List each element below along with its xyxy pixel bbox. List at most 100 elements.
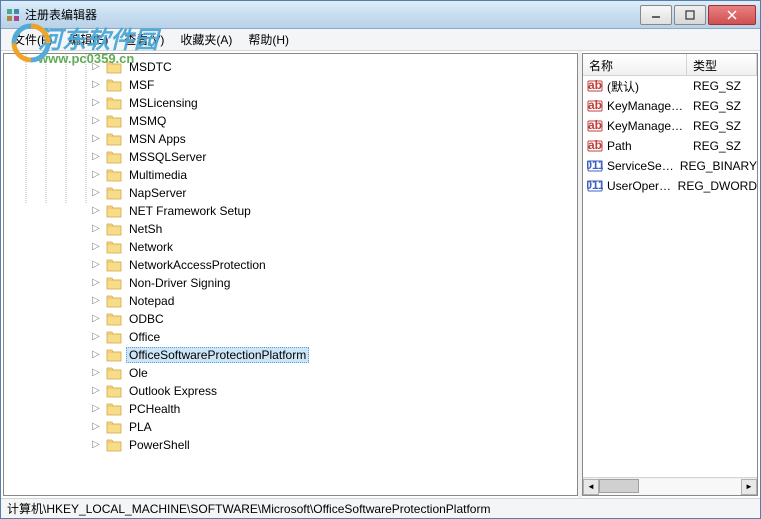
column-name[interactable]: 名称 <box>583 54 687 75</box>
value-type: REG_SZ <box>687 119 741 133</box>
tree-item[interactable]: ▷Notepad <box>4 292 577 310</box>
list-row[interactable]: abKeyManageme...REG_SZ <box>583 96 757 116</box>
minimize-button[interactable] <box>640 5 672 25</box>
folder-icon <box>106 60 122 74</box>
menu-view[interactable]: 查看(V) <box>116 29 172 50</box>
tree-item[interactable]: ▷ ODBC <box>4 310 577 328</box>
value-type: REG_SZ <box>687 79 741 93</box>
folder-icon <box>106 258 122 272</box>
tree-item-label: Multimedia <box>126 167 190 183</box>
column-type[interactable]: 类型 <box>687 54 757 75</box>
tree-item[interactable]: ▷PowerShell <box>4 436 577 454</box>
expander-icon[interactable]: ▷ <box>90 421 102 433</box>
list-row[interactable]: abPathREG_SZ <box>583 136 757 156</box>
expander-icon[interactable]: ▷ <box>90 151 102 163</box>
tree-item[interactable]: ▷MSN Apps <box>4 130 577 148</box>
tree-item[interactable]: ▷ OfficeSoftwareProtectionPlatform <box>4 346 577 364</box>
scroll-track[interactable] <box>599 479 741 495</box>
binary-value-icon: 011 <box>587 178 603 194</box>
expander-icon[interactable]: ▷ <box>90 259 102 271</box>
expander-icon[interactable]: ▷ <box>90 403 102 415</box>
expander-icon[interactable]: ▷ <box>90 97 102 109</box>
horizontal-scrollbar[interactable]: ◄ ► <box>583 477 757 495</box>
tree-item-label: Ole <box>126 365 151 381</box>
expander-icon[interactable]: ▷ <box>90 223 102 235</box>
tree-item[interactable]: ▷MSSQLServer <box>4 148 577 166</box>
maximize-button[interactable] <box>674 5 706 25</box>
svg-text:ab: ab <box>588 118 602 132</box>
string-value-icon: ab <box>587 118 603 134</box>
menu-help[interactable]: 帮助(H) <box>240 29 297 50</box>
tree-panel[interactable]: ▷ MSDTC ▷ MSF▷MSLicensing▷MSMQ▷MSN Apps▷MSS… <box>3 53 578 496</box>
expander-icon[interactable]: ▷ <box>90 61 102 73</box>
menu-file[interactable]: 文件(F) <box>5 29 60 50</box>
svg-text:011: 011 <box>587 178 603 192</box>
tree-item[interactable]: ▷ MSF <box>4 76 577 94</box>
tree-item[interactable]: ▷ NapServer <box>4 184 577 202</box>
expander-icon[interactable]: ▷ <box>90 295 102 307</box>
value-name: UserOperations <box>607 179 672 193</box>
folder-icon <box>106 204 122 218</box>
tree-item-label: Network <box>126 239 176 255</box>
tree-item-label: MSDTC <box>126 59 175 75</box>
value-name: ServiceSession... <box>607 159 674 173</box>
scroll-right-button[interactable]: ► <box>741 479 757 495</box>
tree-item-label: OfficeSoftwareProtectionPlatform <box>126 347 309 363</box>
tree-item[interactable]: ▷MSLicensing <box>4 94 577 112</box>
statusbar: 计算机\HKEY_LOCAL_MACHINE\SOFTWARE\Microsof… <box>1 498 760 518</box>
expander-icon[interactable]: ▷ <box>90 367 102 379</box>
tree-item[interactable]: ▷ Ole <box>4 364 577 382</box>
tree-item[interactable]: ▷NetSh <box>4 220 577 238</box>
tree-item[interactable]: ▷ MSDTC <box>4 58 577 76</box>
value-type: REG_SZ <box>687 139 741 153</box>
tree-item-label: MSF <box>126 77 157 93</box>
expander-icon[interactable]: ▷ <box>90 241 102 253</box>
folder-icon <box>106 132 122 146</box>
values-list[interactable]: ab(默认)REG_SZabKeyManageme...REG_SZabKeyM… <box>583 76 757 477</box>
tree-item[interactable]: ▷PCHealth <box>4 400 577 418</box>
expander-icon[interactable]: ▷ <box>90 187 102 199</box>
tree-item[interactable]: ▷NetworkAccessProtection <box>4 256 577 274</box>
tree-item[interactable]: ▷ Multimedia <box>4 166 577 184</box>
tree-item[interactable]: ▷Non-Driver Signing <box>4 274 577 292</box>
tree-item[interactable]: ▷PLA <box>4 418 577 436</box>
tree-item-label: ODBC <box>126 311 167 327</box>
expander-icon[interactable]: ▷ <box>90 115 102 127</box>
string-value-icon: ab <box>587 78 603 94</box>
tree-item-label: Office <box>126 329 163 345</box>
folder-icon <box>106 438 122 452</box>
expander-icon[interactable]: ▷ <box>90 205 102 217</box>
expander-icon[interactable]: ▷ <box>90 385 102 397</box>
tree-item[interactable]: ▷ Office <box>4 328 577 346</box>
folder-icon <box>106 186 122 200</box>
list-row[interactable]: 011 ServiceSession...REG_BINARY <box>583 156 757 176</box>
svg-text:011: 011 <box>587 158 603 172</box>
expander-icon[interactable]: ▷ <box>90 79 102 91</box>
scroll-thumb[interactable] <box>599 479 639 493</box>
folder-icon <box>106 402 122 416</box>
expander-icon[interactable]: ▷ <box>90 133 102 145</box>
close-button[interactable] <box>708 5 756 25</box>
tree-item-label: NapServer <box>126 185 189 201</box>
expander-icon[interactable]: ▷ <box>90 331 102 343</box>
list-row[interactable]: abKeyManageme...REG_SZ <box>583 116 757 136</box>
tree-item[interactable]: ▷ Network <box>4 238 577 256</box>
expander-icon[interactable]: ▷ <box>90 169 102 181</box>
expander-icon[interactable]: ▷ <box>90 439 102 451</box>
expander-icon[interactable]: ▷ <box>90 349 102 361</box>
tree-item[interactable]: ▷MSMQ <box>4 112 577 130</box>
svg-text:ab: ab <box>588 78 602 92</box>
menubar: 文件(F) 编辑(E) 查看(V) 收藏夹(A) 帮助(H) <box>1 29 760 51</box>
menu-favorites[interactable]: 收藏夹(A) <box>172 29 240 50</box>
menu-edit[interactable]: 编辑(E) <box>60 29 116 50</box>
scroll-left-button[interactable]: ◄ <box>583 479 599 495</box>
registry-editor-window: 注册表编辑器 文件(F) 编辑(E) 查看(V) 收藏夹(A) 帮助(H) ▷M… <box>0 0 761 519</box>
expander-icon[interactable]: ▷ <box>90 313 102 325</box>
expander-icon[interactable]: ▷ <box>90 277 102 289</box>
value-name: (默认) <box>607 78 687 95</box>
tree-item[interactable]: ▷NET Framework Setup <box>4 202 577 220</box>
tree-item[interactable]: ▷Outlook Express <box>4 382 577 400</box>
value-type: REG_BINARY <box>674 159 757 173</box>
list-row[interactable]: 011UserOperationsREG_DWORD <box>583 176 757 196</box>
list-row[interactable]: ab (默认)REG_SZ <box>583 76 757 96</box>
